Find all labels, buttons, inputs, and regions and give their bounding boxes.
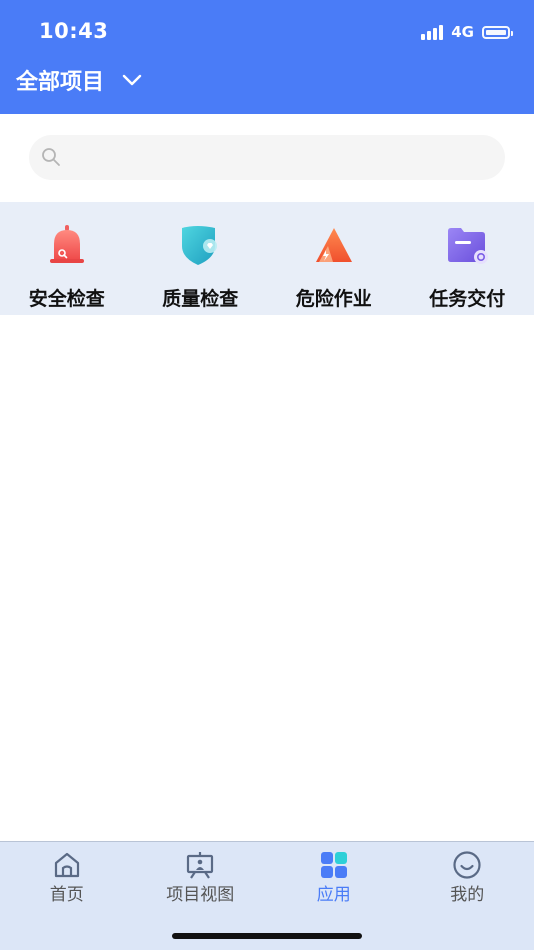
network-type: 4G bbox=[451, 23, 474, 41]
search-input[interactable] bbox=[75, 135, 489, 182]
shield-icon bbox=[182, 226, 218, 265]
app-label: 危险作业 bbox=[295, 288, 372, 310]
project-selector[interactable]: 全部项目 bbox=[16, 63, 142, 97]
tab-apps[interactable]: 应用 bbox=[267, 842, 401, 912]
app-task-delivery[interactable]: 任务交付 bbox=[401, 202, 534, 315]
tab-label: 首页 bbox=[49, 885, 84, 905]
app-safety-check[interactable]: 安全检查 bbox=[0, 202, 134, 315]
home-icon bbox=[54, 852, 79, 878]
battery-icon bbox=[482, 25, 513, 39]
project-title: 全部项目 bbox=[16, 70, 105, 95]
status-time: 10:43 bbox=[39, 19, 109, 43]
tab-label: 项目视图 bbox=[166, 885, 235, 905]
app-label: 任务交付 bbox=[429, 288, 506, 310]
smiley-profile-icon bbox=[453, 851, 481, 879]
home-indicator[interactable] bbox=[172, 933, 362, 939]
tab-label: 应用 bbox=[316, 885, 351, 905]
app-label: 安全检查 bbox=[28, 288, 105, 310]
warning-triangle-icon bbox=[315, 228, 352, 262]
chevron-down-icon bbox=[122, 74, 142, 86]
search-box[interactable] bbox=[29, 135, 505, 182]
search-section bbox=[0, 114, 534, 202]
app-quality-check[interactable]: 质量检查 bbox=[134, 202, 268, 315]
status-icons: 4G bbox=[421, 22, 513, 42]
bell-alarm-icon bbox=[49, 225, 84, 263]
tab-profile[interactable]: 我的 bbox=[401, 842, 534, 912]
folder-icon bbox=[448, 228, 489, 264]
tab-label: 我的 bbox=[450, 885, 485, 905]
grid-apps-icon bbox=[320, 852, 347, 878]
tab-home[interactable]: 首页 bbox=[0, 842, 134, 912]
tab-project-view[interactable]: 项目视图 bbox=[134, 842, 268, 912]
search-icon bbox=[42, 148, 60, 166]
app-hazardous-work[interactable]: 危险作业 bbox=[267, 202, 401, 315]
app-shortcuts: 安全检查 质量检查 危险作业 任务交付 bbox=[0, 202, 534, 315]
app-label: 质量检查 bbox=[162, 288, 239, 310]
header-bar: 10:43 4G 全部项目 bbox=[0, 0, 534, 114]
signal-icon bbox=[421, 24, 444, 40]
presentation-board-icon bbox=[187, 852, 214, 879]
